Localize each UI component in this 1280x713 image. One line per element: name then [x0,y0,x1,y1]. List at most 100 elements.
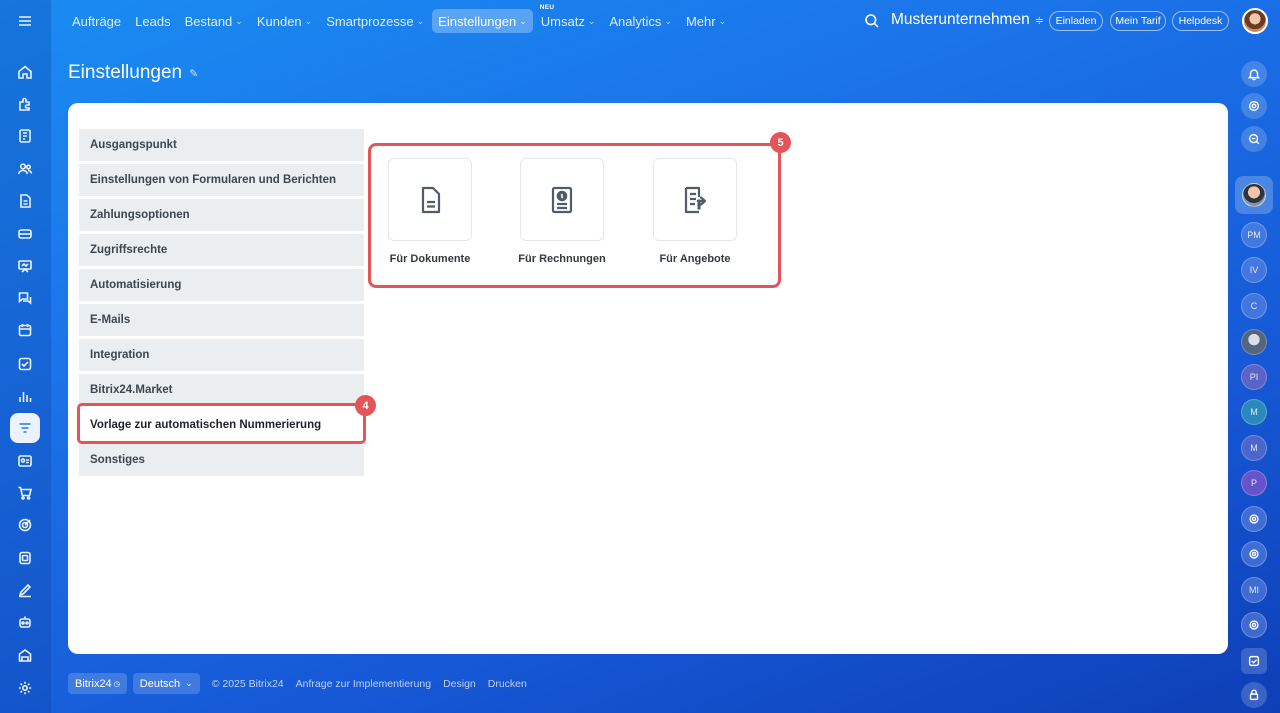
offers-template-label[interactable]: Für Angebote [645,253,745,265]
document-icon[interactable] [10,186,40,216]
chevron-down-icon: ⌄ [519,15,527,26]
nav-item-bestand[interactable]: Bestand ⌄ [179,9,249,33]
contact-avatar-selected[interactable] [1235,176,1273,214]
menu-highlight-frame [77,403,366,444]
helpdesk-button[interactable]: Helpdesk [1172,11,1229,31]
copilot-icon[interactable] [1241,93,1267,119]
task-check-icon[interactable] [10,349,40,379]
nav-item-einstellungen[interactable]: Einstellungen ⌄ [432,9,533,33]
page-title-text: Einstellungen [68,62,183,83]
chevron-down-icon: ⌄ [185,678,193,688]
nav-item-label: Kunden [256,13,302,29]
my-tariff-button[interactable]: Mein Tarif [1110,11,1166,31]
copilot-chat-icon[interactable] [1241,541,1267,567]
contact-avatar-photo[interactable] [1241,329,1267,355]
nav-item-umsatz[interactable]: NEU Umsatz ⌄ [535,4,602,33]
step-badge-5: 5 [770,132,791,153]
company-name[interactable]: Musterunternehmen ≑ [891,11,1044,29]
documents-template-label[interactable]: Für Dokumente [388,253,472,265]
analytics-bars-icon[interactable] [10,381,40,411]
box-icon[interactable] [10,543,40,573]
footer-link-design[interactable]: Design [443,678,476,690]
chevron-down-icon: ⌄ [664,15,672,26]
step-badge-4: 4 [355,395,376,416]
nav-item-label: Leads [135,13,171,29]
contact-card-icon[interactable] [10,446,40,476]
notebook-icon[interactable] [10,121,40,151]
invite-button[interactable]: Einladen [1049,11,1103,31]
sign-icon[interactable] [10,575,40,605]
top-navigation: Aufträge Leads Bestand ⌄ Kunden ⌄ Smartprozess… [66,4,734,33]
right-sidebar: PM IV C PI M M P MI [1229,0,1280,713]
nav-item-label: Aufträge [72,13,122,29]
settings-menu-item[interactable]: E-Mails [79,304,364,336]
chevron-down-icon: ⌄ [304,15,313,26]
inbox-icon[interactable] [10,219,40,249]
settings-menu-item[interactable]: Einstellungen von Formularen und Bericht… [79,164,364,196]
document-icon [421,186,441,213]
left-sidebar [0,0,51,713]
copyright-text: © 2025 Bitrix24 [211,677,284,690]
nav-item-label: Mehr [685,13,716,29]
contact-avatar[interactable]: IV [1241,257,1267,283]
puzzle-icon[interactable] [10,89,40,119]
cart-icon[interactable] [10,478,40,508]
crm-funnel-icon[interactable] [10,413,40,443]
footer-link-implementation[interactable]: Anfrage zur Implementierung [296,678,431,690]
search-icon[interactable] [864,13,880,29]
menu-icon[interactable] [10,6,40,36]
nav-item-aufträge[interactable]: Aufträge [66,9,127,33]
offer-icon [684,186,707,213]
settings-menu-item[interactable]: Zahlungsoptionen [79,199,364,231]
settings-card: Ausgangspunkt Einstellungen von Formulare… [68,103,1228,654]
chevron-down-icon: ⌄ [235,15,243,26]
store-icon[interactable] [10,640,40,670]
language-select[interactable]: Deutsch ⌄ [132,673,200,694]
contact-avatar[interactable]: C [1241,293,1267,319]
nav-item-smartprozesse[interactable]: Smartprozesse ⌄ [320,9,430,33]
nav-item-mehr[interactable]: Mehr ⌄ [680,9,732,33]
documents-template-tile[interactable] [388,158,472,241]
settings-menu-item[interactable]: Integration [79,339,364,371]
search-chat-icon[interactable] [1241,126,1267,152]
invoices-template-tile[interactable] [520,158,604,241]
settings-sliders-icon[interactable]: ≑ [1035,14,1044,27]
copilot-chat-icon[interactable] [1241,506,1267,532]
copilot-chat-icon[interactable] [1241,612,1267,638]
settings-menu-item[interactable]: Sonstiges [79,444,364,476]
lock-icon[interactable] [1241,682,1267,708]
chevron-down-icon: ⌄ [718,15,727,26]
settings-menu-item[interactable]: Ausgangspunkt [79,129,364,161]
nav-item-label: Analytics [609,13,662,29]
settings-menu-item[interactable]: Automatisierung [79,269,364,301]
bell-icon[interactable] [1241,61,1267,87]
contact-avatar[interactable]: M [1241,435,1267,461]
contact-avatar[interactable]: P [1241,470,1267,496]
language-label: Deutsch [139,677,181,690]
home-icon[interactable] [10,57,40,87]
nav-item-kunden[interactable]: Kunden ⌄ [251,9,318,33]
nav-item-label: Umsatz [540,13,585,29]
contact-avatar[interactable]: MI [1241,577,1267,603]
task-check-icon[interactable] [1241,648,1267,674]
bitrix24-brand-button[interactable]: Bitrix24 ◷ [68,673,127,694]
settings-gear-icon[interactable] [10,673,40,703]
nav-item-leads[interactable]: Leads [129,9,176,33]
chat-icon[interactable] [10,283,40,313]
contact-avatar[interactable]: PI [1241,364,1267,390]
nav-item-analytics[interactable]: Analytics ⌄ [603,9,678,33]
contact-avatar[interactable]: M [1241,399,1267,425]
users-icon[interactable] [10,154,40,184]
robot-icon[interactable] [10,607,40,637]
pin-icon[interactable]: ✎ [189,67,198,80]
target-icon[interactable] [10,510,40,540]
settings-menu-item[interactable]: Zugriffsrechte [79,234,364,266]
contact-avatar[interactable]: PM [1241,222,1267,248]
offers-template-tile[interactable] [653,158,737,241]
invoices-template-label[interactable]: Für Rechnungen [512,253,612,265]
settings-menu-item[interactable]: Bitrix24.Market [79,374,364,406]
calendar-icon[interactable] [10,315,40,345]
company-label: Musterunternehmen [891,11,1030,28]
presentation-icon[interactable] [10,251,40,281]
footer-link-print[interactable]: Drucken [488,678,527,690]
